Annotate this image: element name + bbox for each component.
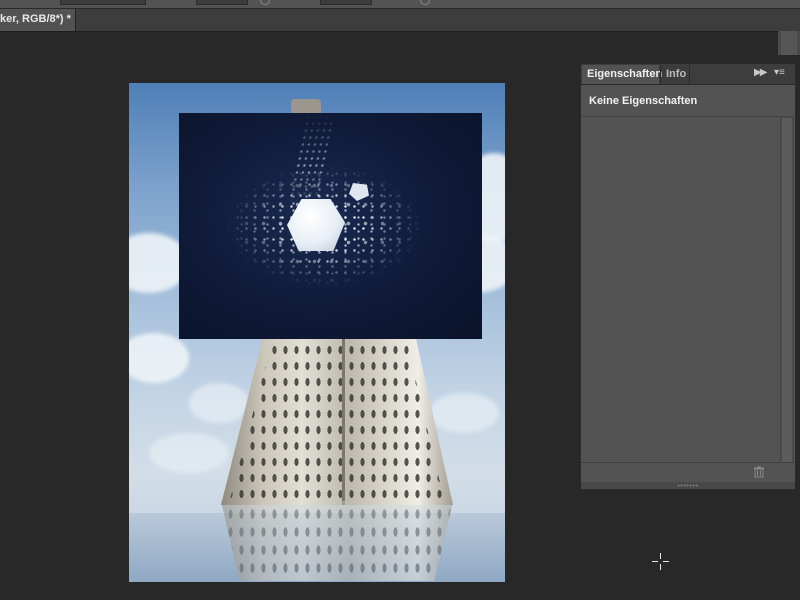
divider [581,116,795,117]
document-tab[interactable]: ker, RGB/8*) * [0,9,76,31]
scrollbar-thumb[interactable] [781,31,797,55]
panel-menu-icon[interactable]: ▾≡ [774,67,785,78]
canvas-vertical-scrollbar[interactable] [778,31,800,55]
cloud [129,333,189,383]
panel-scrollbar[interactable] [780,117,794,462]
grater-edge [341,338,345,505]
properties-panel: Eigenschaften Info ▶▶ ▾≡ Keine Eigenscha… [580,63,796,490]
panel-footer [581,462,795,483]
options-field[interactable] [60,0,146,5]
crosshair-cursor-icon [652,553,669,570]
grater [221,338,453,505]
double-chevron-right-icon[interactable]: ▶▶ [754,67,767,78]
grip-dots [677,484,699,487]
grater-holes [230,341,444,499]
cloud [149,433,229,473]
options-bar [0,0,800,9]
circle-icon[interactable] [260,0,270,5]
options-field[interactable] [320,0,372,5]
tab-eigenschaften[interactable]: Eigenschaften [582,65,662,84]
cloud [189,383,249,423]
document-tab-title: ker, RGB/8*) * [0,13,71,25]
placed-salt-layer[interactable] [179,113,482,339]
grater-handle [291,99,321,113]
panel-tab-bar: Eigenschaften Info ▶▶ ▾≡ [581,64,795,85]
circle-icon[interactable] [420,0,430,5]
scrollbar-thumb[interactable] [782,118,792,462]
panel-content-title: Keine Eigenschaften [589,95,698,107]
trash-icon[interactable] [753,466,765,478]
document-tab-bar: ker, RGB/8*) * [0,9,800,32]
options-field[interactable] [196,0,248,5]
cloud [429,393,499,433]
grater-reflection [221,501,453,581]
panel-resize-grip[interactable] [581,482,795,489]
grater-reflection-holes [221,501,453,581]
tab-info[interactable]: Info [660,65,690,84]
